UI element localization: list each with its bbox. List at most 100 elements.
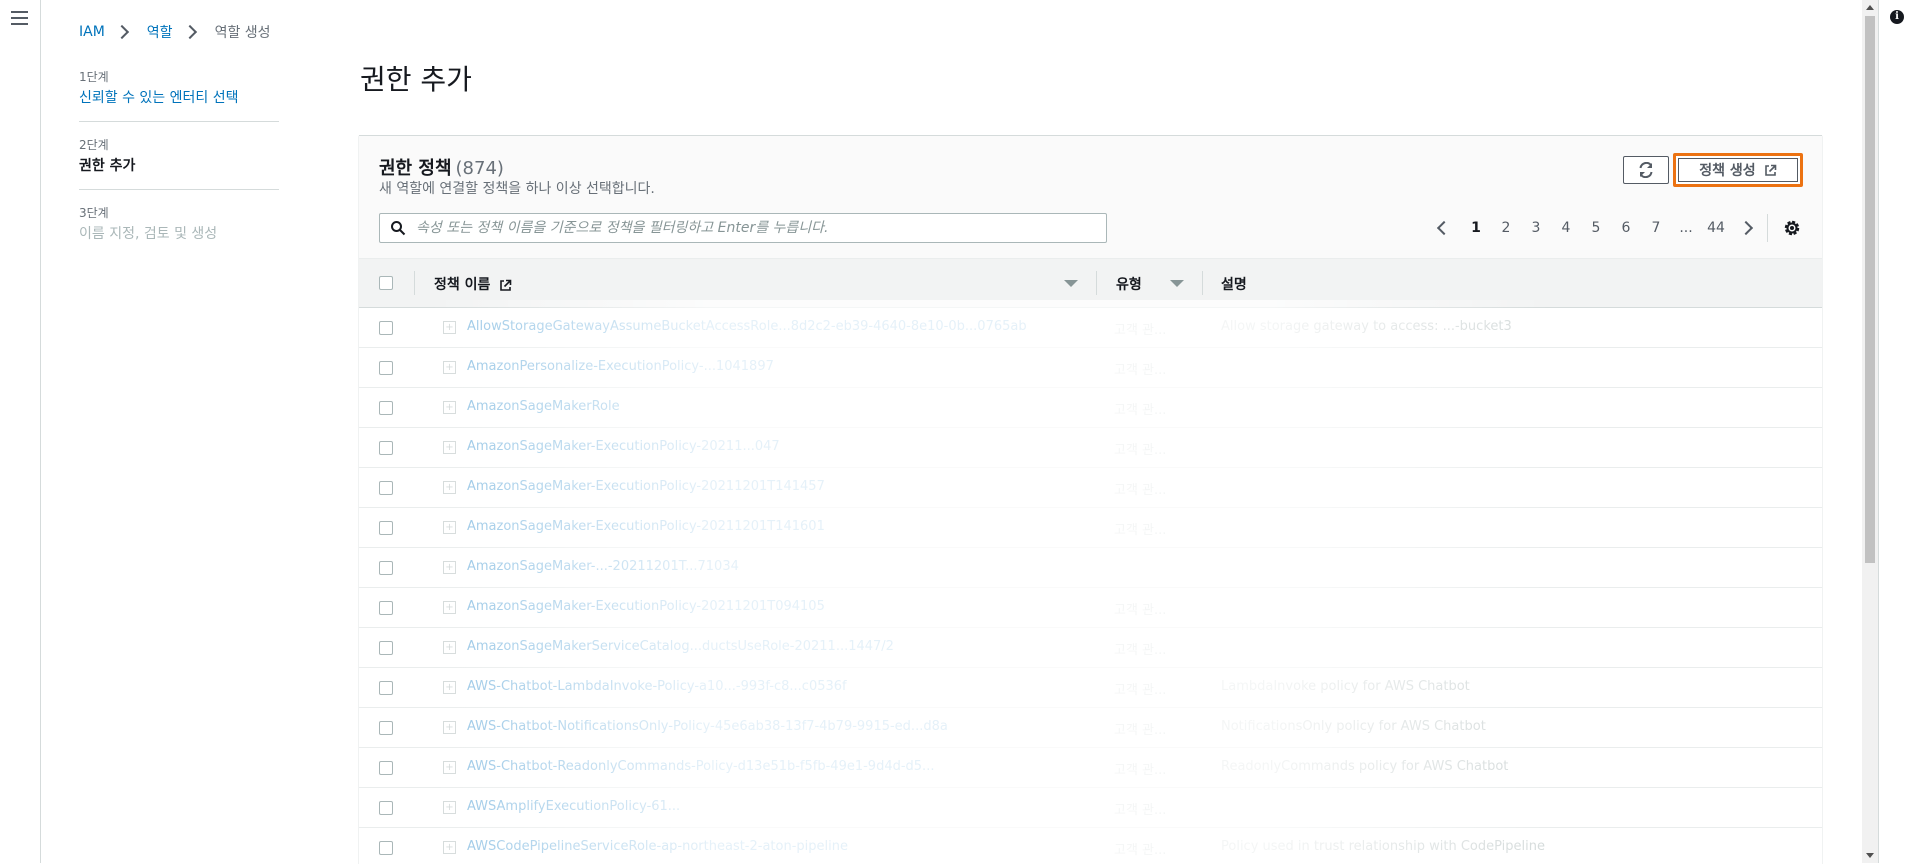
table-row[interactable]: + AmazonSageMaker-ExecutionPolicy-2021120… (359, 468, 1822, 508)
table-row[interactable]: + AmazonPersonalize-ExecutionPolicy-...10… (359, 348, 1822, 388)
page-7[interactable]: 7 (1641, 220, 1671, 236)
scroll-up-icon[interactable] (1866, 5, 1874, 10)
policy-type: 고객 관... (1114, 443, 1167, 458)
column-divider (1096, 271, 1097, 295)
policy-name-link[interactable]: AmazonSageMaker-ExecutionPolicy-20211201… (467, 519, 825, 534)
row-checkbox[interactable] (379, 601, 393, 615)
policy-name-link[interactable]: AmazonSageMaker-ExecutionPolicy-20211201… (467, 599, 825, 614)
select-all-checkbox[interactable] (379, 276, 393, 290)
row-checkbox[interactable] (379, 521, 393, 535)
policy-name-link[interactable]: AmazonSageMakerServiceCatalog...ductsUse… (467, 639, 894, 654)
page-scrollbar[interactable] (1862, 0, 1878, 863)
row-checkbox[interactable] (379, 841, 393, 855)
table-row[interactable]: + AWS-Chatbot-ReadonlyCommands-Policy-d13… (359, 748, 1822, 788)
sort-type-icon[interactable] (1170, 280, 1184, 287)
row-checkbox[interactable] (379, 401, 393, 415)
table-row[interactable]: + AmazonSageMakerServiceCatalog...ductsUs… (359, 628, 1822, 668)
policy-type: 고객 관... (1114, 643, 1167, 658)
policy-name-link[interactable]: AWSCodePipelineServiceRole-ap-northeast-… (467, 839, 848, 854)
column-divider (414, 271, 415, 295)
row-checkbox[interactable] (379, 681, 393, 695)
expand-icon[interactable]: + (443, 601, 456, 614)
table-row[interactable]: + AmazonSageMaker-...-20211201T...71034 (359, 548, 1822, 588)
pagination: 1 2 3 4 5 6 7 ... 44 (1429, 214, 1802, 242)
table-row[interactable]: + AmazonSageMaker-ExecutionPolicy-2021120… (359, 588, 1822, 628)
expand-icon[interactable]: + (443, 561, 456, 574)
policy-name-link[interactable]: AmazonSageMaker-ExecutionPolicy-20211...… (467, 439, 780, 454)
policy-count: (874) (455, 158, 504, 179)
panel-description: 새 역할에 연결할 정책을 하나 이상 선택합니다. (379, 181, 655, 197)
table-body: + AllowStorageGatewayAssumeBucketAccessRo… (359, 308, 1822, 864)
info-icon[interactable]: i (1890, 10, 1904, 24)
table-row[interactable]: + AWS-Chatbot-LambdaInvoke-Policy-a10...-… (359, 668, 1822, 708)
policy-name-link[interactable]: AmazonSageMaker-ExecutionPolicy-20211201… (467, 479, 825, 494)
page-44[interactable]: 44 (1701, 220, 1731, 236)
table-row[interactable]: + AWS-Chatbot-NotificationsOnly-Policy-45… (359, 708, 1822, 748)
create-policy-button[interactable]: 정책 생성 (1673, 153, 1803, 187)
column-header-type[interactable]: 유형 (1116, 274, 1142, 294)
column-header-description[interactable]: 설명 (1221, 274, 1247, 294)
expand-icon[interactable]: + (443, 761, 456, 774)
table-row[interactable]: + AmazonSageMaker-ExecutionPolicy-2021120… (359, 508, 1822, 548)
row-checkbox[interactable] (379, 441, 393, 455)
policy-type: 고객 관... (1114, 323, 1167, 338)
row-checkbox[interactable] (379, 561, 393, 575)
next-page-icon[interactable] (1738, 220, 1754, 236)
expand-icon[interactable]: + (443, 321, 456, 334)
table-row[interactable]: + AmazonSageMaker-ExecutionPolicy-20211..… (359, 428, 1822, 468)
wizard-steps: 1단계 신뢰할 수 있는 엔터티 선택 2단계 권한 추가 3단계 이름 지정,… (79, 68, 279, 271)
page-1[interactable]: 1 (1461, 220, 1491, 236)
policy-type: 고객 관... (1114, 523, 1167, 538)
row-checkbox[interactable] (379, 801, 393, 815)
table-row[interactable]: + AWSCodePipelineServiceRole-ap-northeast… (359, 828, 1822, 864)
expand-icon[interactable]: + (443, 801, 456, 814)
expand-icon[interactable]: + (443, 681, 456, 694)
external-link-icon (1764, 164, 1777, 176)
sort-name-icon[interactable] (1064, 280, 1078, 287)
expand-icon[interactable]: + (443, 721, 456, 734)
policy-name-link[interactable]: AWS-Chatbot-LambdaInvoke-Policy-a10...-9… (467, 679, 847, 694)
row-checkbox[interactable] (379, 321, 393, 335)
row-checkbox[interactable] (379, 361, 393, 375)
expand-icon[interactable]: + (443, 441, 456, 454)
row-checkbox[interactable] (379, 761, 393, 775)
breadcrumb-iam[interactable]: IAM (79, 24, 105, 40)
expand-icon[interactable]: + (443, 841, 456, 854)
policy-name-link[interactable]: AmazonSageMakerRole (467, 399, 620, 414)
page-5[interactable]: 5 (1581, 220, 1611, 236)
policy-name-link[interactable]: AWSAmplifyExecutionPolicy-61... (467, 799, 680, 814)
column-name-label: 정책 이름 (434, 277, 491, 293)
step-1-link[interactable]: 신뢰할 수 있는 엔터티 선택 (79, 90, 238, 106)
page-4[interactable]: 4 (1551, 220, 1581, 236)
table-row[interactable]: + AmazonSageMakerRole 고객 관... (359, 388, 1822, 428)
table-row[interactable]: + AWSAmplifyExecutionPolicy-61... 고객 관... (359, 788, 1822, 828)
row-checkbox[interactable] (379, 641, 393, 655)
table-header: 정책 이름 유형 설명 (359, 259, 1822, 308)
policy-type: 고객 관... (1114, 843, 1167, 858)
page-6[interactable]: 6 (1611, 220, 1641, 236)
refresh-button[interactable] (1623, 156, 1669, 184)
row-checkbox[interactable] (379, 721, 393, 735)
expand-icon[interactable]: + (443, 481, 456, 494)
search-input[interactable] (414, 219, 1098, 237)
row-checkbox[interactable] (379, 481, 393, 495)
table-row[interactable]: + AllowStorageGatewayAssumeBucketAccessRo… (359, 308, 1822, 348)
expand-icon[interactable]: + (443, 401, 456, 414)
menu-icon[interactable] (11, 11, 28, 25)
expand-icon[interactable]: + (443, 641, 456, 654)
policy-name-link[interactable]: AWS-Chatbot-ReadonlyCommands-Policy-d13e… (467, 759, 934, 774)
scrollbar-thumb[interactable] (1865, 16, 1875, 563)
policy-name-link[interactable]: AmazonPersonalize-ExecutionPolicy-...104… (467, 359, 774, 374)
expand-icon[interactable]: + (443, 361, 456, 374)
policy-name-link[interactable]: AllowStorageGatewayAssumeBucketAccessRol… (467, 319, 1027, 334)
scroll-down-icon[interactable] (1866, 853, 1874, 858)
column-header-name[interactable]: 정책 이름 (434, 274, 512, 294)
policy-name-link[interactable]: AmazonSageMaker-...-20211201T...71034 (467, 559, 739, 574)
policy-name-link[interactable]: AWS-Chatbot-NotificationsOnly-Policy-45e… (467, 719, 948, 734)
previous-page-icon[interactable] (1436, 220, 1452, 236)
page-2[interactable]: 2 (1491, 220, 1521, 236)
gear-icon[interactable] (1782, 218, 1802, 238)
expand-icon[interactable]: + (443, 521, 456, 534)
page-3[interactable]: 3 (1521, 220, 1551, 236)
breadcrumb-roles[interactable]: 역할 (147, 22, 173, 42)
